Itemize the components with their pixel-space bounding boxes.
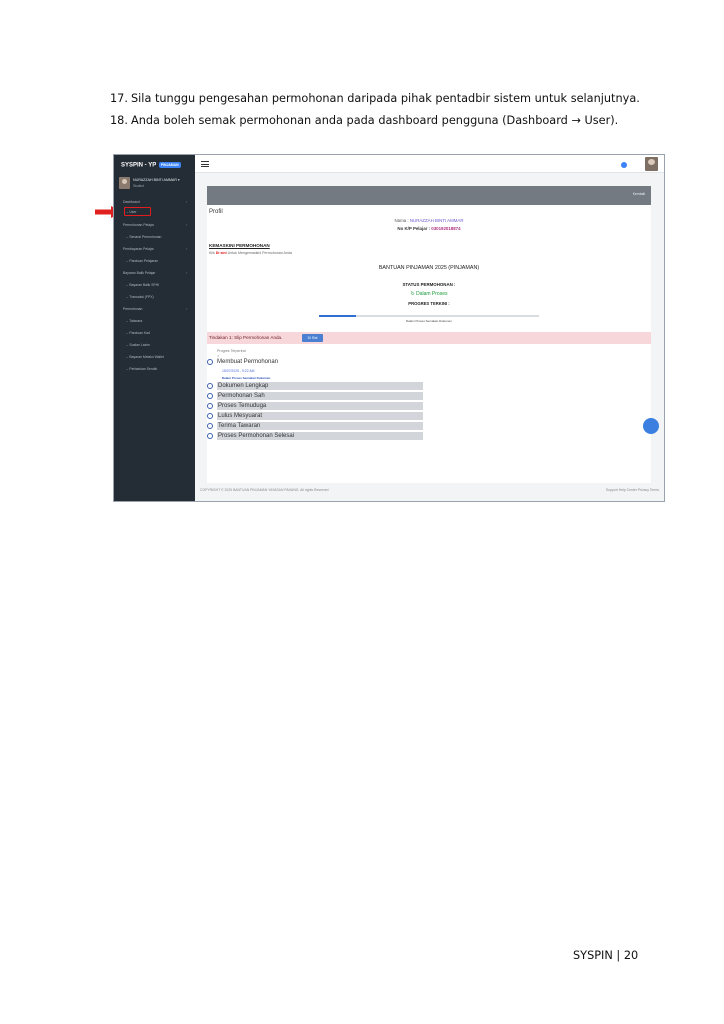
sidebar-item-panduan-pelajaran[interactable]: → Panduan Pelajaran (125, 259, 158, 263)
student-ic: No K/P Pelajar : 030192018874 (207, 226, 651, 231)
notification-icon[interactable] (621, 162, 627, 168)
status-label: STATUS PERMOHONAN : (402, 282, 456, 287)
update-link[interactable]: Di sini (216, 251, 227, 255)
instruction-number: 18. (110, 113, 128, 127)
instruction-number: 17. (110, 92, 128, 105)
sidebar-item-permohonan-pelajar[interactable]: Permohonan Pelajar (123, 223, 154, 227)
step-circle-icon (207, 433, 213, 439)
chevron-icon: › (186, 222, 188, 227)
footer-links[interactable]: Support Help Center Privacy Terms (606, 488, 659, 492)
update-title: KEMASKINI PERMOHONAN (209, 243, 270, 248)
name-value: NURAZZAH BINTI AMMAR (409, 218, 464, 223)
sidebar-item-pembayaran-pelajar[interactable]: Pembayaran Pelajar (123, 247, 154, 251)
highlight-box (124, 207, 151, 216)
status-badge: ↻ Dalam Proses (410, 291, 448, 297)
instruction-text: Anda boleh semak permohonan anda pada da… (131, 113, 619, 127)
app-screenshot: SYSPIN - YP PINJAMAN NURAZZAH BINTI AMMA… (113, 154, 665, 502)
content-card: Kembali Profil Nama : NURAZZAH BINTI AMM… (207, 186, 651, 483)
sidebar-item-bayaran-balik-sphi[interactable]: → Bayaran Balik SPHI (125, 283, 159, 287)
avatar[interactable] (645, 157, 658, 171)
name-label: Nama : (394, 218, 409, 223)
instruction-text: Sila tunggu pengesahan permohonan daripa… (131, 92, 640, 105)
step-circle-icon (207, 359, 213, 365)
sidebar-user-role: Student (133, 184, 144, 188)
top-bar (195, 155, 664, 173)
hamburger-icon[interactable] (201, 161, 209, 167)
sidebar-user-name: NURAZZAH BINTI AMMAR ▾ (133, 178, 180, 182)
instruction-list: 17. Sila tunggu pengesahan permohonan dar… (110, 88, 640, 131)
step-circle-icon (207, 413, 213, 419)
step-label: Proses Temuduga (217, 402, 423, 410)
sidebar-item-panduan-kad[interactable]: → Panduan Kad (125, 331, 150, 335)
sidebar-item-soalan-lazim[interactable]: → Soalan Lazim (125, 343, 150, 347)
sidebar-item-tatacara[interactable]: → Tatacara (125, 319, 142, 323)
chevron-icon: › (186, 270, 188, 275)
sidebar: SYSPIN - YP PINJAMAN NURAZZAH BINTI AMMA… (114, 155, 195, 501)
card-header: Kembali (207, 186, 651, 205)
chevron-icon: › (186, 306, 188, 311)
step-circle-icon (207, 403, 213, 409)
step-label: Terima Tawaran (217, 422, 423, 430)
brand[interactable]: SYSPIN - YP PINJAMAN (121, 162, 181, 169)
chat-fab-button[interactable] (643, 418, 659, 434)
ic-value: 030192018874 (431, 226, 461, 231)
sidebar-item-transaksi[interactable]: → Transaksi (FPX) (125, 295, 154, 299)
app-footer: COPYRIGHT © 2025 BANTUAN PINJAMAN YAYASA… (200, 488, 329, 492)
sidebar-item-perbankan[interactable]: → Perbankan Sendiri (125, 367, 157, 371)
program-title: BANTUAN PINJAMAN 2025 (PINJAMAN) (378, 265, 480, 271)
student-name: Nama : NURAZZAH BINTI AMMAR (207, 218, 651, 223)
instruction-18: 18. Anda boleh semak permohonan anda pada… (110, 110, 640, 132)
step-label: Membuat Permohonan (217, 359, 279, 365)
chevron-icon: › (186, 199, 188, 204)
page-title: Profil (209, 209, 223, 215)
ic-label: No K/P Pelajar : (397, 226, 431, 231)
progress-bar (319, 315, 539, 317)
step-label: Dokumen Lengkap (217, 382, 423, 390)
update-instruction: Klik Di sini Untuk Mengemaskini Permohon… (209, 251, 292, 255)
sidebar-item-senarai-permohonan[interactable]: → Senarai Permohonan (125, 235, 161, 239)
chevron-icon: › (186, 246, 188, 251)
instruction-17: 17. Sila tunggu pengesahan permohonan dar… (110, 88, 640, 110)
sidebar-item-permohonan[interactable]: Permohonan (123, 307, 142, 311)
step-date: 15/07/2025 - 9:22 AM (222, 369, 255, 373)
step-label: Proses Permohonan Selesai (217, 432, 423, 440)
slip-button[interactable]: Di Sini (302, 334, 323, 342)
action-alert: Tindakan 1: Slip Permohonan Anda. Di Sin… (207, 332, 651, 344)
alert-text: Tindakan 1: Slip Permohonan Anda. (209, 335, 283, 340)
progress-label: PROGRES TERKINI : (408, 301, 450, 306)
progress-fill (319, 315, 357, 317)
back-button[interactable]: Kembali (633, 192, 645, 196)
page-footer: SYSPIN | 20 (573, 949, 639, 962)
step-circle-icon (207, 383, 213, 389)
click-prefix: Klik (209, 251, 215, 255)
step-label: Permohonan Sah (217, 392, 423, 400)
main-area: Kembali Profil Nama : NURAZZAH BINTI AMM… (195, 155, 664, 501)
sidebar-item-bayaran-wallet[interactable]: → Bayaran Melalui Wallet (125, 355, 164, 359)
step-circle-icon (207, 423, 213, 429)
step-status: Dalam Proses Semakan Dokumen (222, 376, 271, 380)
sidebar-item-bayaran-balik[interactable]: Bayaran Balik Pelajar (123, 271, 155, 275)
timeline-label: Progres Terperinci (217, 349, 247, 353)
sidebar-user[interactable]: NURAZZAH BINTI AMMAR ▾ Student (119, 177, 193, 193)
brand-name: SYSPIN - YP (121, 162, 157, 169)
brand-badge: PINJAMAN (158, 162, 181, 168)
step-circle-icon (207, 393, 213, 399)
progress-caption: Dalam Proses Semakan Dokumen (405, 319, 453, 323)
step-label: Lulus Mesyuarat (217, 412, 423, 420)
avatar (119, 177, 130, 189)
click-suffix: Untuk Mengemaskini Permohonan Anda (227, 251, 292, 255)
sidebar-item-dashboard[interactable]: Dashboard (123, 200, 140, 204)
